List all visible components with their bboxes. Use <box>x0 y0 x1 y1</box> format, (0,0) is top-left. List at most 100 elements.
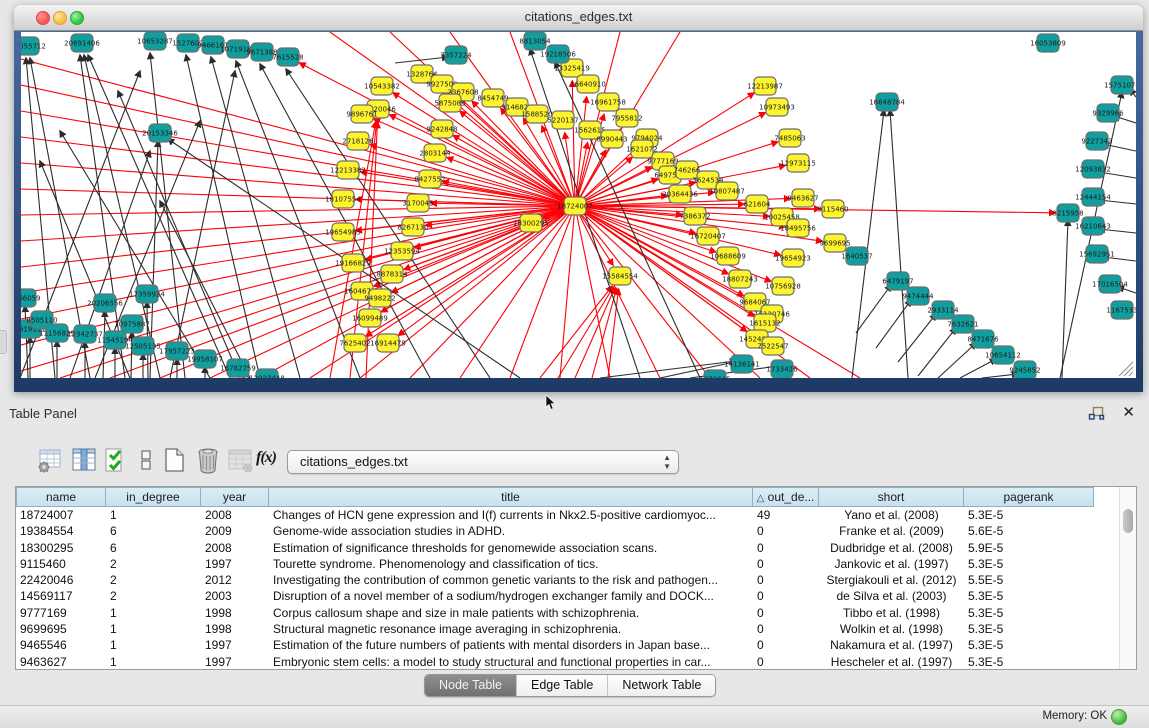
column-select-icon[interactable] <box>70 446 98 474</box>
graph-node[interactable]: 8813054 <box>519 32 551 50</box>
graph-node[interactable]: 16648784 <box>869 93 905 111</box>
graph-node[interactable]: 12093832 <box>1075 160 1111 178</box>
tab-edge-table[interactable]: Edge Table <box>516 675 607 696</box>
graph-node[interactable]: 16961758 <box>590 93 626 111</box>
graph-node[interactable]: 7485063 <box>774 129 805 147</box>
graph-node[interactable]: 1615132 <box>749 314 780 332</box>
network-canvas[interactable]: 18724007 18300295 10543382 22420046 9896… <box>21 32 1136 378</box>
row-height-icon[interactable] <box>132 446 160 474</box>
tab-node-table[interactable]: Node Table <box>425 675 516 696</box>
tab-network-table[interactable]: Network Table <box>607 675 715 696</box>
svg-text:16720407: 16720407 <box>690 233 726 241</box>
table-scrollbar[interactable] <box>1119 487 1136 669</box>
graph-node[interactable]: 12213987 <box>747 77 783 95</box>
network-window-titlebar[interactable]: citations_edges.txt <box>14 5 1143 31</box>
graph-node[interactable]: 14055712 <box>21 37 46 55</box>
column-header-out_de[interactable]: △ out_de... <box>753 487 819 507</box>
graph-node[interactable]: 1640537 <box>841 247 872 265</box>
table-row[interactable]: 1872400712008Changes of HCN gene express… <box>16 507 1120 523</box>
graph-node[interactable]: 7615528 <box>272 48 303 66</box>
graph-node[interactable]: 9474444 <box>902 287 934 305</box>
graph-node[interactable]: 10543382 <box>364 77 400 95</box>
graph-node[interactable]: 18107554 <box>325 190 361 208</box>
table-row[interactable]: 1456911722003Disruption of a novel membe… <box>16 588 1120 604</box>
graph-node[interactable]: 12444154 <box>1075 188 1111 206</box>
graph-node[interactable]: 12353594 <box>384 242 420 260</box>
graph-node[interactable]: 7522547 <box>757 337 788 355</box>
table-row[interactable]: 969969511998Structural magnetic resonanc… <box>16 621 1120 637</box>
graph-node[interactable]: 20206556 <box>87 294 123 312</box>
column-header-title[interactable]: title <box>269 487 753 507</box>
graph-node[interactable]: 3170045 <box>402 194 433 212</box>
table-header-row[interactable]: namein_degreeyeartitle△ out_de...shortpa… <box>16 487 1094 507</box>
column-header-year[interactable]: year <box>201 487 269 507</box>
graph-node[interactable]: 20691406 <box>64 34 100 52</box>
graph-node[interactable]: 16914479 <box>370 334 406 352</box>
memory-ok-indicator[interactable] <box>1111 709 1127 725</box>
table-selector-dropdown[interactable]: citations_edges.txt ▲▼ <box>287 450 679 474</box>
function-builder-icon[interactable]: f(x) <box>256 449 284 477</box>
graph-node[interactable]: 8215958 <box>1052 204 1083 222</box>
graph-node[interactable]: 10688609 <box>710 247 746 265</box>
graph-node[interactable]: 8878314 <box>376 265 408 283</box>
graph-node[interactable]: 20153346 <box>142 124 178 142</box>
graph-node[interactable]: 9227343 <box>1081 132 1112 150</box>
table-row[interactable]: 2242004622012Investigating the contribut… <box>16 572 1120 588</box>
column-header-short[interactable]: short <box>819 487 964 507</box>
graph-node[interactable]: 14136141 <box>724 355 760 373</box>
graph-node[interactable]: 9245852 <box>1009 361 1040 378</box>
graph-node[interactable]: 2166059 <box>21 289 41 307</box>
table-settings-icon[interactable] <box>36 446 64 474</box>
graph-node[interactable]: 19654923 <box>775 249 811 267</box>
graph-node[interactable]: 7357224 <box>440 46 472 64</box>
graph-node[interactable]: 7386372 <box>679 207 710 225</box>
graph-node[interactable]: 7955812 <box>611 109 642 127</box>
column-header-pagerank[interactable]: pagerank <box>964 487 1094 507</box>
table-row[interactable]: 1938455462009Genome-wide association stu… <box>16 523 1120 539</box>
float-panel-icon[interactable] <box>1088 406 1105 421</box>
graph-node[interactable]: 8267130 <box>397 218 428 236</box>
graph-node[interactable]: 8990443 <box>596 130 627 148</box>
graph-node[interactable]: 16210643 <box>1075 217 1111 235</box>
graph-node[interactable]: 9896761 <box>346 105 377 123</box>
node-table[interactable]: namein_degreeyeartitle△ out_de...shortpa… <box>15 486 1137 670</box>
graph-node[interactable]: 15692951 <box>1079 245 1115 263</box>
table-row[interactable]: 946362711997Embryonic stem cells: a mode… <box>16 654 1120 670</box>
graph-node[interactable]: 9242848 <box>426 120 457 138</box>
graph-node[interactable]: 18807243 <box>722 270 758 288</box>
table-row[interactable]: 946554611997Estimation of the future num… <box>16 637 1120 653</box>
graph-node[interactable]: 7625402 <box>339 334 370 352</box>
graph-node[interactable]: 17016504 <box>1092 275 1128 293</box>
table-row[interactable]: 911546021997Tourette syndrome. Phenomeno… <box>16 556 1120 572</box>
graph-node[interactable]: 16053809 <box>1030 34 1066 52</box>
column-header-in_degree[interactable]: in_degree <box>106 487 201 507</box>
graph-node[interactable]: 16640910 <box>570 75 606 93</box>
close-panel-icon[interactable]: ✕ <box>1122 403 1135 421</box>
new-document-icon[interactable] <box>160 446 188 474</box>
graph-node[interactable]: 5875085 <box>434 94 465 112</box>
graph-node[interactable]: 10756928 <box>765 277 801 295</box>
table-row[interactable]: 1830029562008Estimation of significance … <box>16 540 1120 556</box>
graph-node[interactable]: 621604 <box>744 195 771 213</box>
checklist-icon[interactable] <box>102 446 130 474</box>
table-body[interactable]: 1872400712008Changes of HCN gene express… <box>16 507 1120 669</box>
panel-collapse-handle[interactable] <box>0 330 7 354</box>
scrollbar-thumb[interactable] <box>1123 509 1133 533</box>
column-header-name[interactable]: name <box>16 487 106 507</box>
graph-node[interactable]: 9115460 <box>817 200 848 218</box>
graph-node[interactable]: 9498222 <box>364 289 395 307</box>
graph-node[interactable]: 2718126 <box>342 132 374 150</box>
graph-node[interactable]: 1733426 <box>766 360 798 378</box>
table-row[interactable]: 977716911998Corpus callosum shape and si… <box>16 605 1120 621</box>
graph-node[interactable]: 10653287 <box>137 32 173 50</box>
graph-node[interactable]: 2803144 <box>419 144 451 162</box>
graph-node[interactable]: 17359924 <box>129 285 165 303</box>
graph-node[interactable]: 9463627 <box>787 189 818 207</box>
graph-node[interactable]: 8427552 <box>414 170 445 188</box>
graph-node[interactable]: 8471676 <box>967 330 999 348</box>
delete-icon[interactable] <box>194 446 222 474</box>
graph-node[interactable]: 16720407 <box>690 227 726 245</box>
graph-node[interactable]: 15751074 <box>1104 76 1136 94</box>
graph-node[interactable]: 12973115 <box>780 154 816 172</box>
graph-node[interactable]: 1167533 <box>1106 301 1136 319</box>
